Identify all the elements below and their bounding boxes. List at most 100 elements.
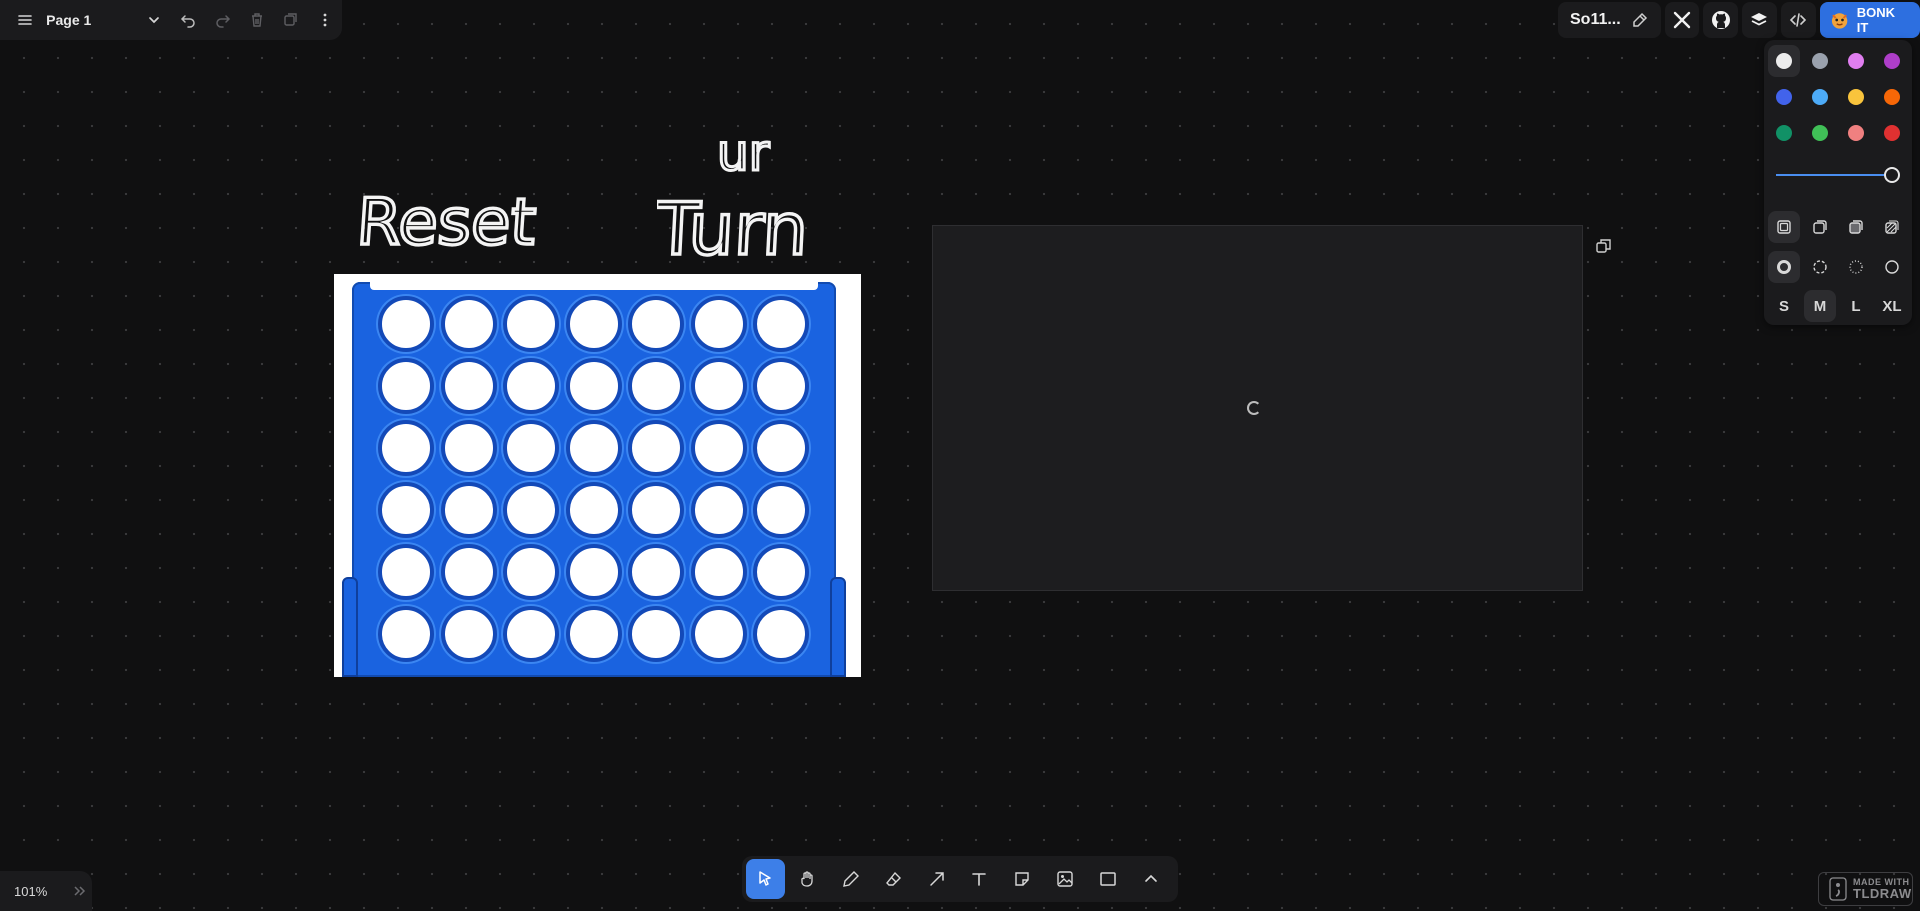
reset-text[interactable]: Reset xyxy=(356,180,546,260)
board-hole xyxy=(440,482,497,538)
note-tool-icon[interactable] xyxy=(1003,859,1042,899)
board-hole xyxy=(565,358,622,414)
bonk-it-label: BONK IT xyxy=(1856,4,1895,35)
github-icon[interactable] xyxy=(1703,1,1739,38)
size-button-m[interactable]: M xyxy=(1804,290,1836,322)
doc-name-button[interactable]: So11... xyxy=(1558,1,1661,38)
hamburger-menu-icon[interactable] xyxy=(8,2,42,38)
board-hole xyxy=(440,420,497,476)
redo-icon[interactable] xyxy=(205,2,239,38)
color-swatch[interactable] xyxy=(1776,89,1792,105)
board-hole xyxy=(753,358,809,414)
dash-draw-icon[interactable] xyxy=(1768,251,1800,283)
hand-tool-icon[interactable] xyxy=(789,859,828,899)
dash-dashed-icon[interactable] xyxy=(1804,251,1836,283)
more-vertical-icon[interactable] xyxy=(308,2,342,38)
board-hole xyxy=(503,420,559,476)
main-menu-bar: Page 1 xyxy=(0,0,342,40)
board-hole xyxy=(440,358,497,414)
board-hole xyxy=(690,482,747,538)
page-name[interactable]: Page 1 xyxy=(42,12,137,28)
size-button-s[interactable]: S xyxy=(1768,290,1800,322)
rectangle-tool-icon[interactable] xyxy=(1088,859,1127,899)
board-hole xyxy=(753,482,809,538)
color-swatch[interactable] xyxy=(1812,53,1828,69)
zoom-menu[interactable]: 101% xyxy=(0,871,92,911)
turn-text-group[interactable]: ur Turn xyxy=(657,126,857,266)
tool-toolbar xyxy=(742,856,1178,902)
doc-name: So11... xyxy=(1570,10,1621,28)
board-hole xyxy=(753,420,809,476)
opacity-slider-thumb[interactable] xyxy=(1884,167,1900,183)
board-hole xyxy=(628,420,684,476)
code-icon[interactable] xyxy=(1780,1,1816,38)
board-hole xyxy=(378,296,434,352)
board-hole xyxy=(378,358,434,414)
tldraw-badge-text: MADE WITH TLDRAW xyxy=(1853,877,1912,901)
board-hole xyxy=(440,296,497,352)
dash-solid-icon[interactable] xyxy=(1876,251,1908,283)
bonk-it-button[interactable]: BONK IT xyxy=(1819,1,1920,38)
board-hole xyxy=(753,606,809,662)
board-hole xyxy=(503,544,559,600)
text-tool-icon[interactable] xyxy=(960,859,999,899)
color-swatch[interactable] xyxy=(1848,125,1864,141)
tldraw-brand-label: TLDRAW xyxy=(1853,886,1912,901)
duplicate-icon[interactable] xyxy=(274,2,308,38)
color-swatch[interactable] xyxy=(1848,89,1864,105)
board-hole xyxy=(503,296,559,352)
x-logo-icon[interactable] xyxy=(1664,1,1700,38)
asset-tool-icon[interactable] xyxy=(1046,859,1085,899)
fill-none-icon[interactable] xyxy=(1768,211,1800,243)
chevron-down-icon[interactable] xyxy=(137,2,171,38)
opacity-slider-track[interactable] xyxy=(1776,174,1892,176)
board-hole xyxy=(690,606,747,662)
pencil-icon xyxy=(1632,12,1647,27)
eraser-tool-icon[interactable] xyxy=(874,859,913,899)
size-button-l[interactable]: L xyxy=(1840,290,1872,322)
board-hole xyxy=(565,606,622,662)
style-panel: S M L XL xyxy=(1764,40,1912,325)
trash-icon[interactable] xyxy=(240,2,274,38)
size-label: M xyxy=(1813,297,1827,315)
color-swatch[interactable] xyxy=(1884,125,1900,141)
undo-icon[interactable] xyxy=(171,2,205,38)
made-with-tldraw-badge[interactable]: MADE WITH TLDRAW xyxy=(1818,872,1913,906)
color-swatch[interactable] xyxy=(1776,53,1792,69)
board-hole xyxy=(503,358,559,414)
loading-spinner-icon xyxy=(1247,401,1261,415)
fill-pattern-icon[interactable] xyxy=(1876,211,1908,243)
draw-tool-icon[interactable] xyxy=(832,859,871,899)
color-swatch[interactable] xyxy=(1884,89,1900,105)
copy-icon[interactable] xyxy=(1596,238,1612,259)
zoom-level: 101% xyxy=(14,883,48,899)
chevron-up-icon[interactable] xyxy=(1131,859,1170,899)
color-swatch[interactable] xyxy=(1848,53,1864,69)
board-hole xyxy=(503,606,559,662)
double-chevron-right-icon[interactable] xyxy=(73,884,87,898)
bonk-dog-icon xyxy=(1831,12,1847,29)
color-swatch[interactable] xyxy=(1812,125,1828,141)
select-tool-icon[interactable] xyxy=(746,859,785,899)
arrow-tool-icon[interactable] xyxy=(917,859,956,899)
size-label: XL xyxy=(1882,297,1902,315)
board-hole xyxy=(690,296,747,352)
dash-dotted-icon[interactable] xyxy=(1840,251,1872,283)
board-left-leg xyxy=(342,577,358,677)
layers-icon[interactable] xyxy=(1742,1,1777,38)
color-swatch[interactable] xyxy=(1776,125,1792,141)
share-bar: So11... BONK IT xyxy=(1558,0,1920,39)
size-button-xl[interactable]: XL xyxy=(1876,290,1908,322)
turn-text: Turn xyxy=(657,187,810,266)
board-hole xyxy=(628,606,684,662)
board-hole xyxy=(753,296,809,352)
fill-semi-icon[interactable] xyxy=(1804,211,1836,243)
fill-solid-icon[interactable] xyxy=(1840,211,1872,243)
color-swatch[interactable] xyxy=(1812,89,1828,105)
board-hole xyxy=(378,420,434,476)
board-hole xyxy=(690,544,747,600)
size-label: L xyxy=(1851,297,1861,315)
color-swatch[interactable] xyxy=(1884,53,1900,69)
board-hole xyxy=(440,606,497,662)
connect-four-board[interactable] xyxy=(352,282,836,677)
